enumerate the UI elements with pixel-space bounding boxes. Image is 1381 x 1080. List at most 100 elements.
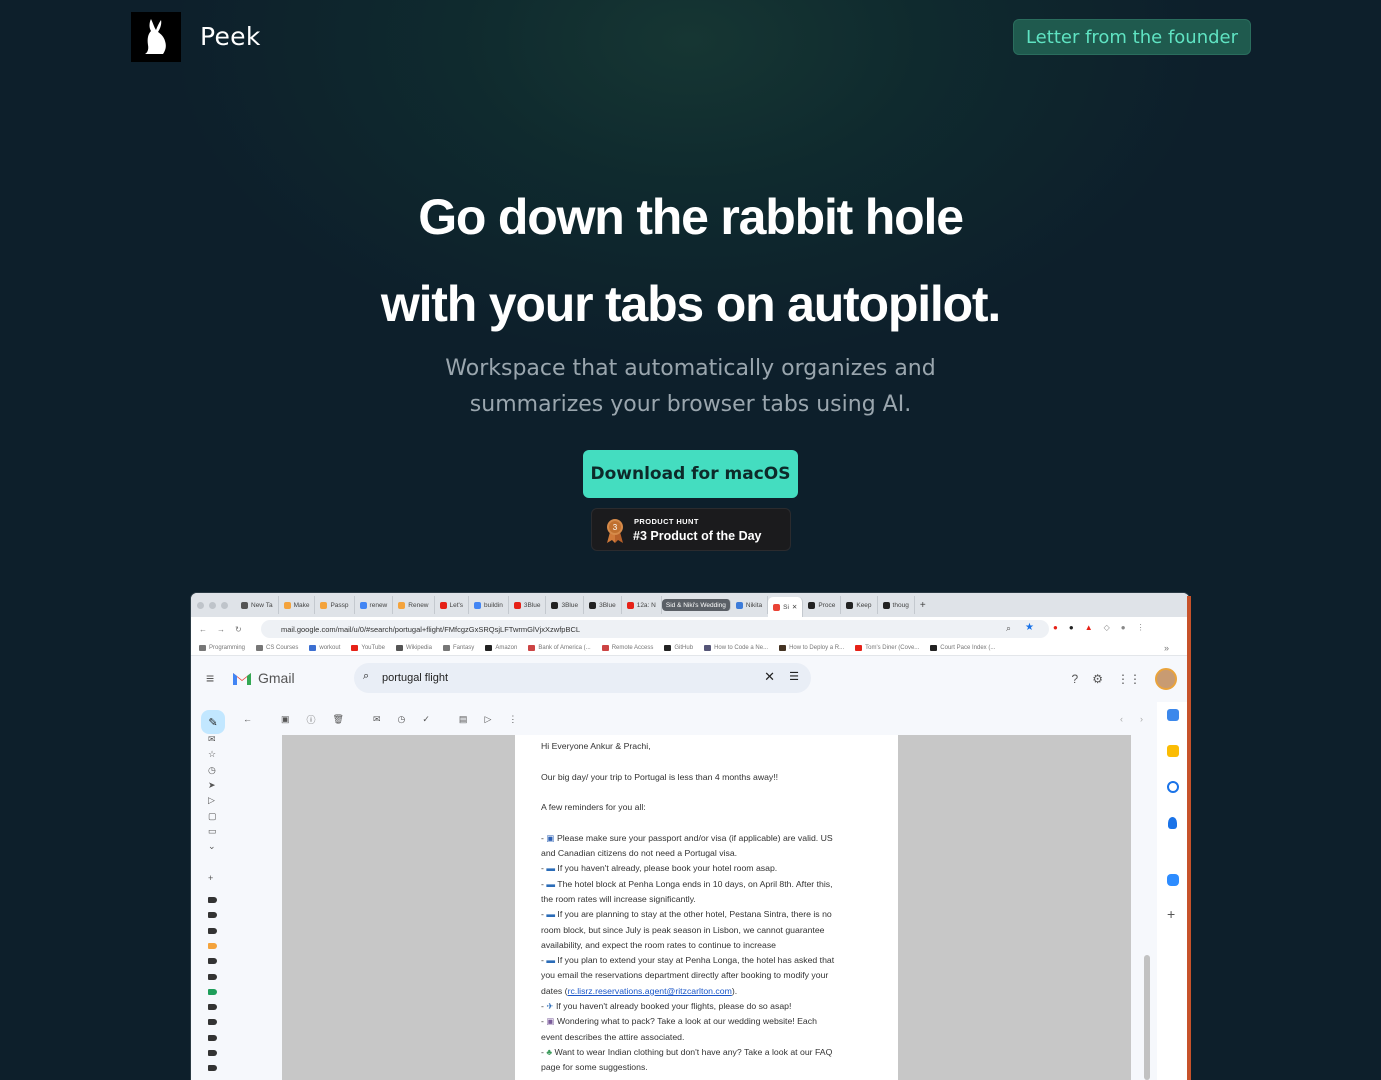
close-tab-icon[interactable]: ✕ (792, 603, 797, 611)
calendar-icon[interactable] (1167, 709, 1179, 721)
tab-group-label[interactable]: Sid & Niki's Wedding (661, 599, 731, 611)
puzzle-icon[interactable]: ◇ (1104, 623, 1110, 632)
reservations-email-link[interactable]: rc.lisrz.reservations.agent@ritzcarlton.… (568, 986, 732, 996)
more-icon[interactable]: ⌄ (208, 842, 217, 851)
bookmark-item[interactable]: Amazon (485, 645, 517, 651)
bookmark-item[interactable]: YouTube (351, 645, 385, 651)
browser-tab[interactable]: Passp (315, 596, 355, 614)
drafts-icon[interactable]: ▷ (208, 796, 217, 805)
bookmark-item[interactable]: Wikipedia (395, 645, 432, 651)
profile-icon[interactable]: ● (1121, 623, 1126, 632)
browser-tab[interactable]: Proce (803, 596, 842, 614)
forward-icon[interactable]: → (217, 625, 225, 634)
bookmark-star-icon[interactable]: ★ (1025, 622, 1034, 633)
bookmark-item[interactable]: How to Code a Ne... (704, 645, 768, 651)
gmail-logo[interactable]: Gmail (232, 670, 295, 686)
add-addon-icon[interactable]: + (1167, 906, 1175, 922)
label-tag-icon[interactable] (208, 942, 217, 949)
bookmark-item[interactable]: Fantasy (442, 645, 474, 651)
label-tag-icon[interactable] (208, 1019, 217, 1026)
bookmark-item[interactable]: Tom's Diner (Cove... (855, 645, 919, 651)
add-task-icon[interactable]: ✓ (422, 714, 430, 725)
help-icon[interactable]: ? (1072, 672, 1079, 686)
more-icon[interactable]: ⋮ (1137, 623, 1145, 632)
account-avatar[interactable] (1155, 668, 1177, 690)
inbox-icon[interactable]: ✉ (208, 735, 217, 744)
browser-tab[interactable]: thoug (878, 596, 915, 614)
keep-icon[interactable] (1167, 745, 1179, 757)
bookmark-item[interactable]: CS Courses (256, 645, 298, 651)
contacts-icon[interactable] (1168, 817, 1177, 829)
scheduled-icon[interactable]: ▢ (208, 811, 217, 821)
clear-search-icon[interactable]: ✕ (764, 669, 775, 685)
apps-grid-icon[interactable]: ⋮⋮ (1117, 672, 1141, 686)
extension-icon[interactable]: ▲ (1085, 623, 1093, 632)
label-tag-icon[interactable] (208, 1065, 217, 1072)
sent-icon[interactable]: ➤ (208, 780, 217, 790)
product-hunt-badge[interactable]: 3 PRODUCT HUNT #3 Product of the Day (591, 508, 791, 551)
browser-tab[interactable]: Nikita (731, 596, 769, 614)
browser-tab[interactable]: 3Blue (546, 596, 585, 614)
gmail-search-input[interactable]: ⌕ portugal flight ✕ ☰ (354, 663, 811, 693)
new-tab-icon[interactable]: + (915, 596, 931, 614)
snooze-icon[interactable]: ◷ (398, 714, 406, 725)
settings-gear-icon[interactable]: ⚙ (1092, 672, 1103, 686)
back-icon[interactable]: ← (199, 625, 207, 634)
browser-tab[interactable]: Make (279, 596, 316, 614)
label-tag-icon[interactable] (208, 1050, 217, 1056)
bookmark-item[interactable]: workout (309, 645, 340, 651)
bookmark-item[interactable]: Remote Access (601, 645, 653, 651)
move-to-icon[interactable]: ▤ (459, 714, 468, 725)
prev-message-icon[interactable]: ‹ (1120, 714, 1123, 724)
browser-tab[interactable]: New Ta (236, 596, 279, 614)
label-tag-icon[interactable] (208, 912, 217, 919)
zoom-icon[interactable]: ⌕ (1006, 623, 1011, 634)
label-icon[interactable]: ▷ (484, 714, 491, 725)
add-label-icon[interactable]: + (208, 874, 217, 883)
browser-tab[interactable]: 3Blue (584, 596, 622, 614)
letter-from-founder-button[interactable]: Letter from the founder (1013, 19, 1251, 55)
browser-tab[interactable]: buildin (469, 596, 509, 614)
more-options-icon[interactable]: ⋮ (508, 714, 517, 725)
delete-icon[interactable]: 🗑 (333, 714, 344, 725)
browser-tab[interactable]: 3Blue (509, 596, 547, 614)
tasks-icon[interactable] (1167, 781, 1179, 793)
url-bar[interactable]: mail.google.com/mail/u/0/#search/portuga… (261, 620, 1049, 638)
browser-tab[interactable]: Renew (393, 596, 435, 614)
extension-icon[interactable]: ● (1069, 623, 1074, 632)
label-tag-icon[interactable] (208, 897, 217, 903)
browser-tab[interactable]: Keep (841, 596, 878, 614)
back-to-list-icon[interactable]: ← (243, 714, 252, 724)
menu-icon[interactable]: ≡ (206, 670, 214, 686)
starred-icon[interactable]: ☆ (208, 750, 217, 759)
search-options-icon[interactable]: ☰ (789, 670, 799, 683)
peek-logo[interactable] (131, 12, 181, 62)
zoom-app-icon[interactable] (1167, 874, 1179, 886)
browser-tab[interactable]: 12a: N (622, 596, 662, 614)
label-tag-icon[interactable] (208, 988, 217, 995)
browser-tab[interactable]: renew (355, 596, 394, 614)
label-tag-icon[interactable] (208, 1004, 217, 1011)
download-macos-button[interactable]: Download for macOS (583, 450, 798, 498)
reload-icon[interactable]: ↻ (235, 625, 242, 634)
bookmark-item[interactable]: GitHub (664, 645, 693, 651)
bookmark-item[interactable]: Bank of America (... (528, 645, 591, 651)
label-tag-icon[interactable] (208, 973, 217, 980)
bookmark-item[interactable]: How to Deploy a R... (779, 645, 844, 651)
label-tag-icon[interactable] (208, 927, 217, 934)
archive-icon[interactable]: ▣ (281, 714, 290, 725)
browser-tab[interactable]: Si ✕ (768, 597, 804, 617)
label-icon[interactable]: ▭ (208, 826, 217, 836)
browser-tab[interactable]: Let's (435, 596, 470, 614)
opera-icon[interactable]: ● (1053, 623, 1058, 632)
viewer-scrollbar[interactable] (1144, 955, 1150, 1080)
bookmark-item[interactable]: Programming (199, 645, 245, 651)
next-message-icon[interactable]: › (1140, 714, 1143, 724)
report-spam-icon[interactable]: ⓘ (307, 713, 316, 726)
bookmark-item[interactable]: Court Pace Index (... (930, 645, 995, 651)
label-tag-icon[interactable] (208, 958, 217, 965)
more-bookmarks-icon[interactable]: » (1164, 643, 1169, 653)
label-tag-icon[interactable] (208, 1034, 217, 1041)
snoozed-icon[interactable]: ◷ (208, 765, 217, 775)
mark-unread-icon[interactable]: ✉ (373, 714, 381, 725)
